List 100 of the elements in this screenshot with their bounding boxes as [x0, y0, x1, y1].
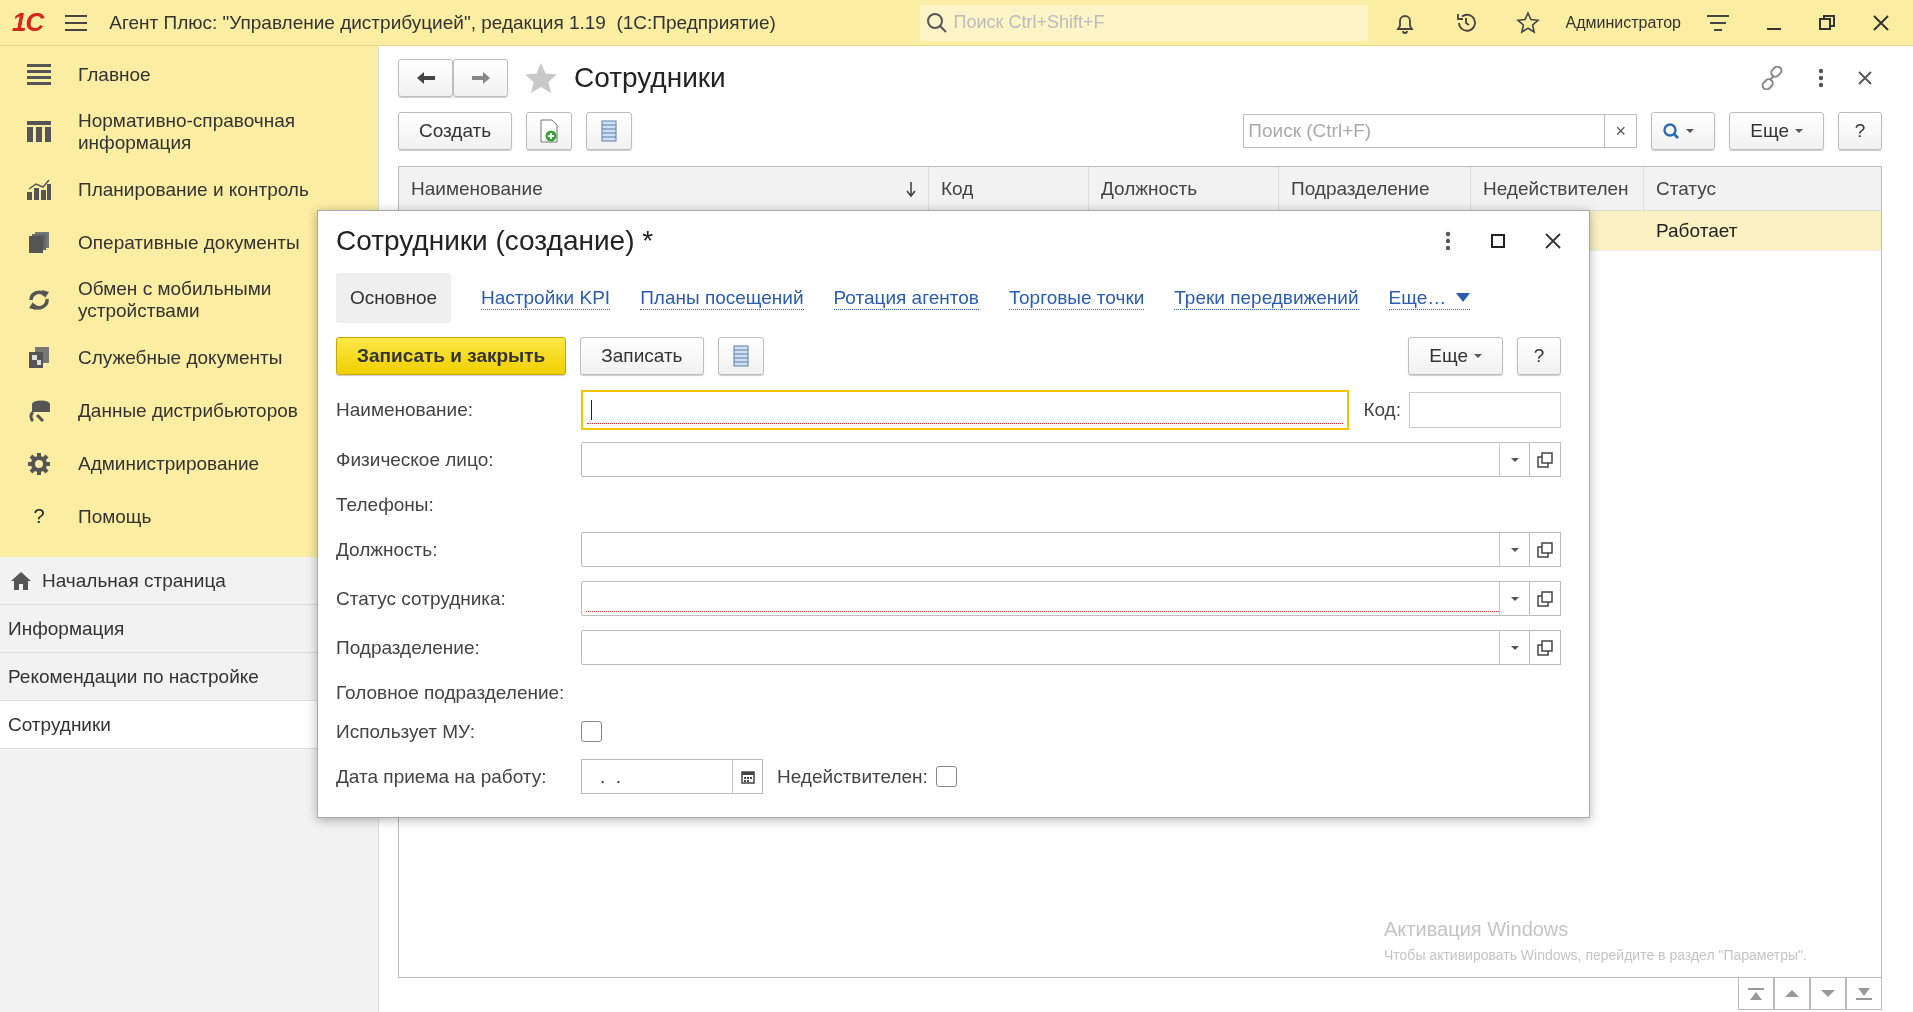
field-label: Статус сотрудника:	[336, 587, 507, 610]
field-label: Код:	[1363, 399, 1401, 421]
dialog-title: Сотрудники (создание) *	[336, 225, 654, 257]
save-and-close-button[interactable]: Записать и закрыть	[336, 337, 567, 375]
list-icon	[732, 345, 749, 367]
field-label: Недействителен:	[777, 765, 928, 788]
select-field[interactable]	[581, 442, 1530, 477]
list-view-button[interactable]	[717, 337, 764, 375]
open-button[interactable]	[1530, 581, 1561, 616]
triangle-up-icon	[1785, 990, 1799, 997]
search-icon	[925, 11, 948, 34]
scroll-up-button[interactable]	[1774, 978, 1810, 1010]
activation-title: Активация Windows	[1384, 918, 1570, 941]
calendar-icon	[740, 769, 755, 784]
sidebar-item[interactable]: Планирование и контроль	[0, 163, 378, 216]
open-button[interactable]	[1530, 630, 1561, 665]
search-box[interactable]: Поиск (Ctrl+F) ×	[1243, 114, 1638, 148]
tab[interactable]: Основное	[336, 273, 452, 323]
select-field[interactable]	[581, 532, 1530, 567]
sidebar-item[interactable]: Главное	[0, 48, 378, 101]
table-cell-text: Работает	[1655, 218, 1739, 243]
caret-icon	[1795, 129, 1803, 133]
copy-icon	[1537, 590, 1553, 607]
database-icon	[27, 399, 51, 422]
search-field[interactable]: Поиск Ctrl+Shift+F	[919, 4, 1368, 41]
star-icon[interactable]	[1515, 10, 1540, 35]
select-field[interactable]	[581, 630, 1530, 665]
maximize-icon[interactable]	[1491, 234, 1505, 248]
scroll-top-button[interactable]	[1738, 978, 1774, 1010]
code-field[interactable]	[1409, 392, 1561, 428]
caret-icon	[1510, 457, 1519, 462]
scroll-bottom-button[interactable]	[1846, 978, 1882, 1010]
column-header[interactable]: Статус	[1644, 167, 1881, 210]
window-title: Агент Плюс: "Управление дистрибуцией", редакция 1.19 (1С:Предприятие)	[109, 11, 776, 34]
arrow-to-top-icon	[1748, 987, 1764, 1000]
more-button[interactable]: Еще	[1729, 112, 1824, 150]
tab[interactable]: Торговые точки	[1008, 286, 1145, 310]
date-field[interactable]: . .	[581, 759, 763, 794]
help-button[interactable]: ?	[1517, 337, 1561, 375]
more-icon[interactable]	[1818, 68, 1824, 88]
close-icon[interactable]	[1873, 14, 1889, 31]
more-icon[interactable]	[1445, 231, 1451, 251]
more-button[interactable]: Еще	[1408, 337, 1503, 375]
restore-icon[interactable]	[1819, 14, 1835, 31]
tab[interactable]: Треки передвижений	[1174, 286, 1359, 310]
search-button[interactable]	[1651, 112, 1716, 150]
field-label: Использует МУ:	[336, 720, 477, 743]
search-field[interactable]: Поиск (Ctrl+F)	[1244, 115, 1605, 147]
logo[interactable]: 1С	[12, 7, 44, 38]
open-button[interactable]	[1530, 532, 1561, 567]
help-icon: ?	[33, 505, 45, 528]
document-plus-icon	[538, 119, 561, 143]
caret-icon	[1510, 596, 1519, 601]
field-label: Подразделение:	[336, 636, 481, 659]
triangle-down-icon	[1821, 990, 1835, 997]
open-page-tab[interactable]: Начальная страница	[0, 557, 317, 605]
checkbox[interactable]	[935, 766, 957, 787]
sync-icon	[27, 289, 51, 311]
documents-icon	[27, 231, 51, 254]
caret-icon	[1510, 645, 1519, 650]
sidebar-item[interactable]: Нормативно-справочная информация	[0, 101, 378, 163]
create-button[interactable]: Создать	[398, 112, 513, 150]
tab[interactable]: Планы посещений	[640, 286, 804, 310]
star-icon[interactable]	[524, 62, 558, 94]
help-button[interactable]: ?	[1838, 112, 1882, 150]
settings-menu-icon[interactable]	[1707, 13, 1729, 32]
close-icon[interactable]	[1858, 71, 1872, 85]
text-field[interactable]	[581, 390, 1350, 430]
back-button[interactable]	[398, 59, 453, 97]
field-label: Должность:	[336, 538, 439, 561]
arrow-left-icon	[415, 71, 436, 85]
list-icon	[601, 120, 618, 142]
list-view-button[interactable]	[586, 112, 633, 150]
save-button[interactable]: Записать	[580, 337, 704, 375]
open-button[interactable]	[1530, 442, 1561, 477]
user-name[interactable]: Администратор	[1565, 13, 1681, 32]
close-icon[interactable]	[1545, 233, 1561, 249]
field-label: Головное подразделение:	[336, 681, 566, 704]
arrow-to-bottom-icon	[1856, 987, 1872, 1000]
open-page-tab[interactable]: Сотрудники	[0, 701, 317, 749]
list-icon	[27, 63, 51, 86]
arrow-right-icon	[470, 71, 491, 85]
copy-icon	[1537, 639, 1553, 656]
caret-icon	[1686, 129, 1695, 133]
checkbox[interactable]	[581, 721, 602, 742]
tab[interactable]: Настройки KPI	[481, 286, 611, 310]
link-icon[interactable]	[1760, 66, 1784, 90]
select-field[interactable]	[581, 581, 1530, 616]
tab[interactable]: Ротация агентов	[833, 286, 979, 310]
scroll-down-button[interactable]	[1810, 978, 1846, 1010]
documents-icon	[27, 346, 51, 369]
triangle-down-icon	[1456, 293, 1471, 302]
tab[interactable]: Еще…	[1388, 286, 1471, 310]
search-icon	[1662, 122, 1681, 140]
copy-icon	[1537, 451, 1553, 468]
add-copy-button[interactable]	[526, 112, 573, 150]
columns-icon	[27, 121, 51, 143]
copy-icon	[1537, 541, 1553, 558]
field-label: Наименование:	[336, 399, 474, 421]
menu-icon[interactable]	[65, 13, 88, 32]
